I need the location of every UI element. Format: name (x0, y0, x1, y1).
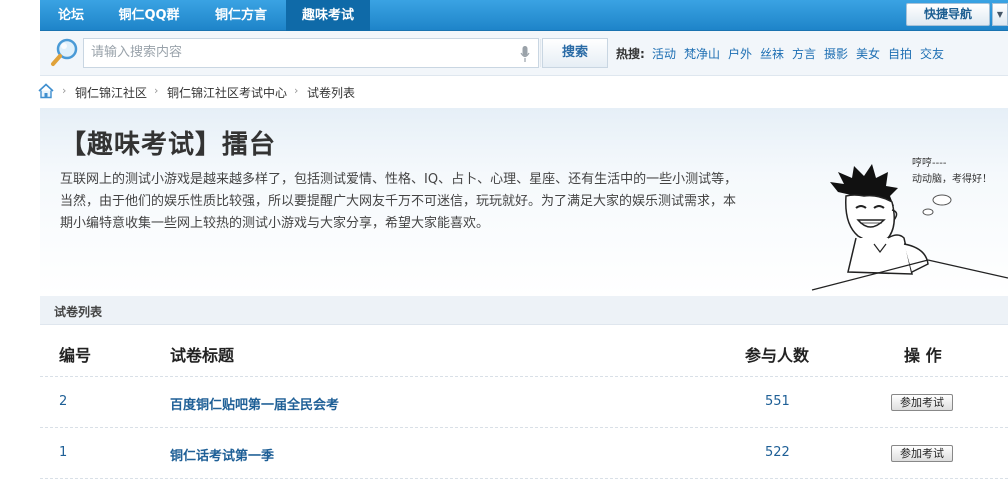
breadcrumb-community[interactable]: 铜仁锦江社区 (75, 84, 147, 101)
table-header-row: 编号 试卷标题 参与人数 操 作 (40, 326, 1008, 377)
banner-line: 互联网上的测试小游戏是越来越多样了，包括测试爱情、性格、IQ、占卜、心理、星座、… (60, 172, 738, 187)
magnifier-icon (51, 38, 78, 66)
nav-item-dialect[interactable]: 铜仁方言 (196, 0, 286, 31)
exam-id: 2 (59, 394, 68, 409)
hot-search-label: 热搜: (616, 47, 645, 61)
banner-line: 当然，由于他们的娱乐性质比较强，所以要提醒广大网友千万不可迷信，玩玩就好。为了满… (60, 194, 737, 209)
hot-link-photography[interactable]: 摄影 (824, 45, 848, 62)
quick-nav-button[interactable]: 快捷导航 (906, 3, 990, 26)
exam-banner: 【趣味考试】擂台 互联网上的测试小游戏是越来越多样了，包括测试爱情、性格、IQ、… (40, 108, 1008, 296)
hot-link-activity[interactable]: 活动 (652, 45, 676, 62)
speech-bubble-line: 哼哼---- (912, 158, 947, 169)
home-icon[interactable] (38, 83, 54, 99)
column-header-id: 编号 (59, 346, 92, 365)
participant-count: 522 (765, 445, 790, 460)
banner-line: 期小编特意收集一些网上较热的测试小游戏与大家分享，希望大家能喜欢。 (60, 216, 490, 231)
hot-link-selfie[interactable]: 自拍 (888, 45, 912, 62)
hot-link-beauty[interactable]: 美女 (856, 45, 880, 62)
search-placeholder: 请输入搜索内容 (91, 45, 183, 60)
banner-description: 互联网上的测试小游戏是越来越多样了，包括测试爱情、性格、IQ、占卜、心理、星座、… (60, 169, 802, 235)
microphone-icon[interactable] (520, 46, 530, 62)
exam-title-link[interactable]: 铜仁话考试第一季 (170, 445, 274, 464)
hot-link-dating[interactable]: 交友 (920, 45, 944, 62)
section-title: 试卷列表 (54, 305, 103, 319)
exam-title-link[interactable]: 百度铜仁贴吧第一届全民会考 (170, 394, 339, 413)
top-nav: 论坛 铜仁QQ群 铜仁方言 趣味考试 快捷导航 ▼ (40, 0, 1008, 31)
search-input[interactable]: 请输入搜索内容 帖子▼ (83, 38, 577, 68)
join-exam-button[interactable]: 参加考试 (891, 445, 953, 462)
nav-item-fun-exam[interactable]: 趣味考试 (286, 0, 370, 31)
breadcrumb-separator: › (294, 84, 299, 97)
breadcrumb-current: 试卷列表 (307, 86, 356, 100)
column-header-participants: 参与人数 (745, 346, 810, 365)
exam-list-section-header: 试卷列表 (40, 296, 1008, 325)
hot-link-stockings[interactable]: 丝袜 (760, 45, 784, 62)
hot-link-dialect[interactable]: 方言 (792, 45, 816, 62)
exam-id: 1 (59, 445, 68, 460)
nav-item-qq-group[interactable]: 铜仁QQ群 (102, 0, 196, 31)
speech-bubble-line: 动动脑，考得好！ (912, 174, 992, 185)
search-bar: 请输入搜索内容 帖子▼ 搜索 热搜: 活动 梵净山 户外 丝袜 方言 摄影 美女… (40, 31, 1008, 76)
column-header-title: 试卷标题 (170, 346, 235, 365)
banner-title: 【趣味考试】擂台 (60, 130, 277, 160)
search-button[interactable]: 搜索 (542, 38, 608, 68)
participant-count: 551 (765, 394, 790, 409)
table-row: 1 铜仁话考试第一季 522 参加考试 (40, 428, 1008, 479)
column-header-action: 操 作 (904, 346, 942, 365)
breadcrumb-separator: › (154, 84, 159, 97)
quick-nav-dropdown-icon[interactable]: ▼ (992, 3, 1008, 26)
table-row: 2 百度铜仁贴吧第一届全民会考 551 参加考试 (40, 377, 1008, 428)
breadcrumb-exam-center[interactable]: 铜仁锦江社区考试中心 (167, 84, 287, 101)
hot-link-fanjingshan[interactable]: 梵净山 (684, 45, 720, 62)
breadcrumb-separator: › (62, 84, 67, 97)
hot-link-outdoor[interactable]: 户外 (728, 45, 752, 62)
nav-item-forum[interactable]: 论坛 (40, 0, 102, 31)
join-exam-button[interactable]: 参加考试 (891, 394, 953, 411)
